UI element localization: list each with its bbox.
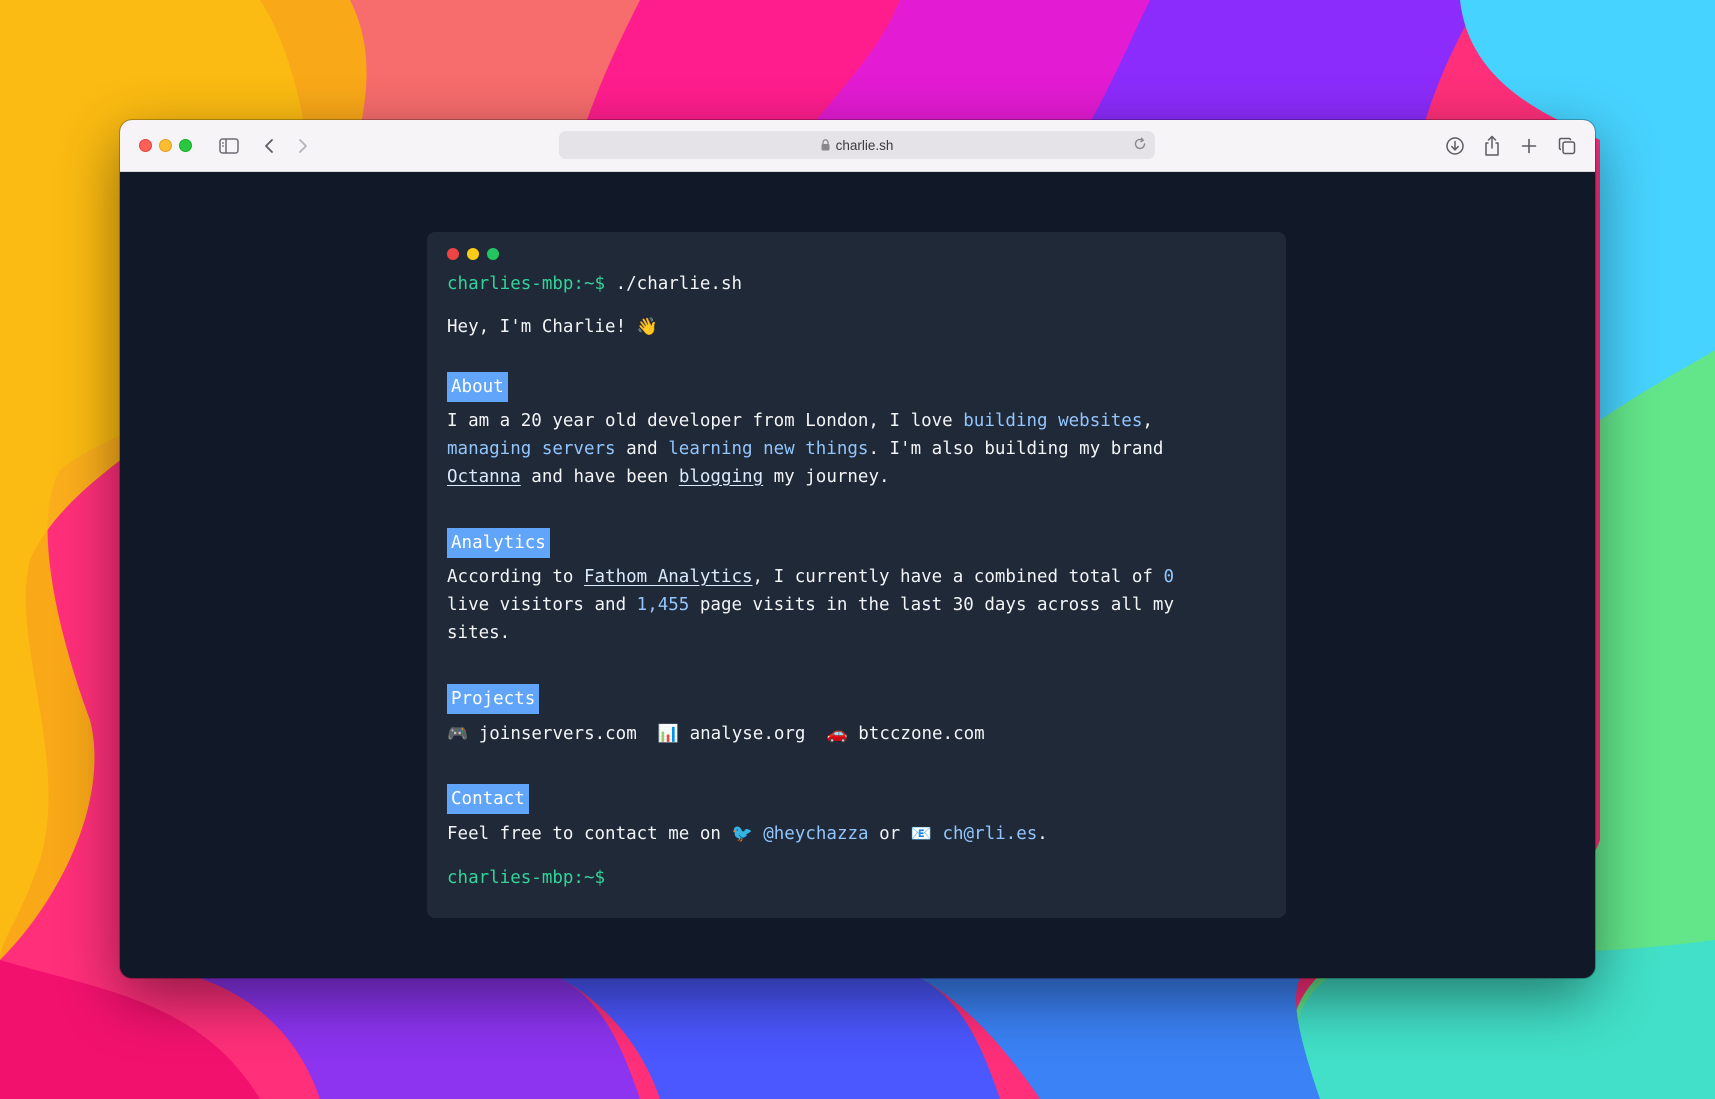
project-item[interactable]: 📊 analyse.org (658, 724, 806, 744)
managing-servers-link[interactable]: managing servers (447, 439, 616, 459)
about-text: , (1142, 411, 1153, 431)
live-visitors-count: 0 (1163, 567, 1174, 587)
learning-new-things-link[interactable]: learning new things (668, 439, 868, 459)
lock-icon (821, 139, 830, 151)
analytics-text: live visitors and (447, 595, 637, 615)
command-line: charlies-mbp:~$ ./charlie.sh (447, 270, 1267, 298)
section-heading-contact: Contact (447, 784, 529, 814)
about-text: and (615, 439, 669, 459)
terminal-card: charlies-mbp:~$ ./charlie.sh Hey, I'm Ch… (427, 232, 1286, 918)
building-websites-link[interactable]: building websites (963, 411, 1142, 431)
window-zoom-button[interactable] (179, 139, 192, 152)
blogging-link[interactable]: blogging (679, 467, 763, 487)
greeting-text: Hey, I'm Charlie! (447, 317, 627, 337)
contact-text: . (1037, 824, 1048, 844)
fathom-analytics-link[interactable]: Fathom Analytics (584, 567, 753, 587)
shell-prompt: charlies-mbp:~$ (447, 868, 606, 888)
project-analyse-link[interactable]: analyse.org (690, 724, 806, 744)
project-item[interactable]: 🚗 btcczone.com (827, 724, 985, 744)
back-arrow-icon[interactable] (256, 133, 282, 159)
greeting-line: Hey, I'm Charlie! 👋 (447, 313, 1267, 341)
analytics-text: , I currently have a combined total of (752, 567, 1164, 587)
contact-text: or (868, 824, 911, 844)
about-text: my journey. (763, 467, 890, 487)
browser-toolbar: charlie.sh (120, 120, 1595, 172)
new-tab-icon[interactable] (1516, 133, 1542, 159)
terminal-yellow-dot (467, 248, 479, 260)
email-icon: 📧 (910, 824, 932, 844)
game-controller-icon: 🎮 (447, 724, 469, 744)
section-heading-about: About (447, 372, 508, 402)
downloads-icon[interactable] (1442, 133, 1468, 159)
window-close-button[interactable] (139, 139, 152, 152)
page-viewport: charlies-mbp:~$ ./charlie.sh Hey, I'm Ch… (120, 172, 1595, 978)
bar-chart-icon: 📊 (657, 724, 680, 744)
page-visits-count: 1,455 (636, 595, 690, 615)
analytics-text: page visits in the last 30 days across a… (689, 595, 1174, 615)
address-bar[interactable]: charlie.sh (559, 131, 1155, 159)
about-text: and have been (520, 467, 679, 487)
contact-text: Feel free to contact me on (447, 824, 732, 844)
email-link[interactable]: ch@rli.es (942, 824, 1037, 844)
tab-overview-icon[interactable] (1554, 133, 1580, 159)
forward-arrow-icon[interactable] (290, 133, 316, 159)
section-heading-projects: Projects (447, 684, 540, 714)
trailing-prompt-line: charlies-mbp:~$ (447, 864, 1267, 892)
share-icon[interactable] (1479, 133, 1505, 159)
projects-list: 🎮 joinservers.com 📊 analyse.org 🚗 btcczo… (447, 720, 1267, 748)
project-item[interactable]: 🎮 joinservers.com (447, 724, 637, 744)
analytics-text: sites. (447, 623, 511, 643)
about-paragraph: I am a 20 year old developer from London… (447, 407, 1247, 491)
about-text: . I'm also building my brand (868, 439, 1164, 459)
command-text: ./charlie.sh (615, 274, 743, 294)
terminal-green-dot (487, 248, 499, 260)
shell-prompt: charlies-mbp:~$ (447, 274, 606, 294)
address-url: charlie.sh (835, 137, 894, 153)
bird-icon: 🐦 (731, 824, 753, 844)
octanna-link[interactable]: Octanna (447, 467, 521, 487)
twitter-handle-link[interactable]: @heychazza (763, 824, 868, 844)
analytics-text: According to (447, 567, 584, 587)
analytics-paragraph: According to Fathom Analytics, I current… (447, 563, 1247, 647)
project-btcczone-link[interactable]: btcczone.com (858, 724, 984, 744)
browser-window: charlie.sh charlies-mbp:~$ ./charlie.sh (120, 120, 1595, 978)
car-icon: 🚗 (826, 724, 848, 744)
project-joinservers-link[interactable]: joinservers.com (479, 724, 637, 744)
window-minimize-button[interactable] (159, 139, 172, 152)
sidebar-toggle-icon[interactable] (216, 133, 242, 159)
terminal-red-dot (447, 248, 459, 260)
waving-hand-icon: 👋 (636, 317, 658, 337)
contact-line: Feel free to contact me on 🐦 @heychazza … (447, 820, 1267, 848)
reload-icon[interactable] (1133, 137, 1147, 151)
about-text: I am a 20 year old developer from London… (447, 411, 964, 431)
section-heading-analytics: Analytics (447, 528, 550, 558)
